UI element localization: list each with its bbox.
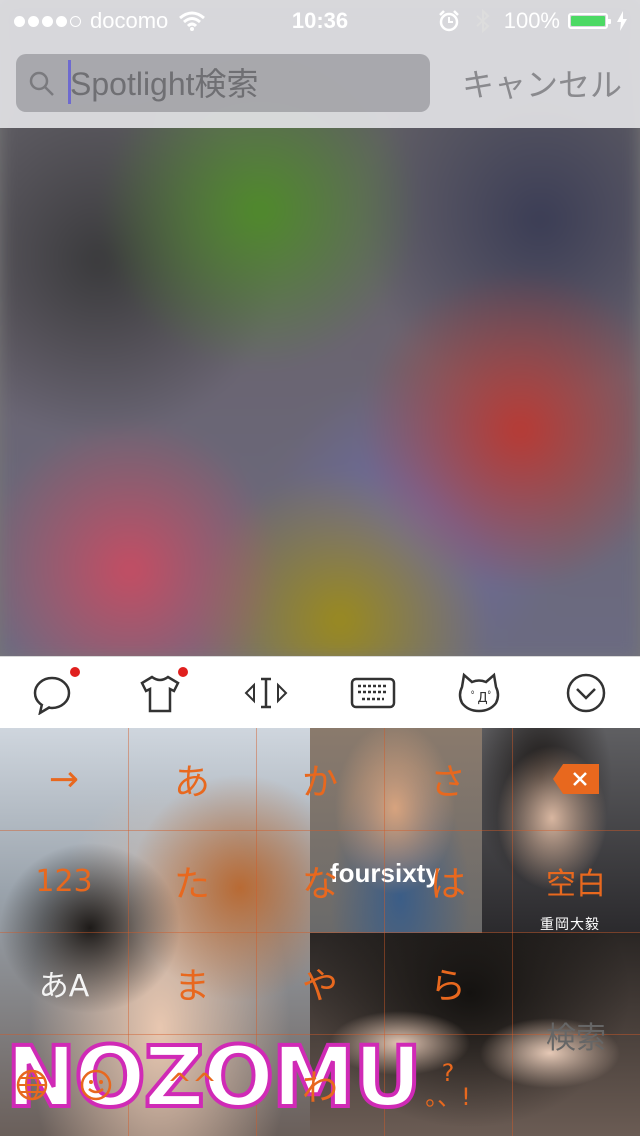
search-input[interactable] [68, 64, 422, 104]
key-na-row[interactable]: な [256, 830, 384, 932]
space-key[interactable]: 空白 [512, 830, 640, 932]
svg-text:ﾟДﾟ: ﾟДﾟ [471, 691, 494, 706]
punctuation-key[interactable]: ? 。、! [384, 1034, 512, 1136]
charging-bolt-icon [617, 11, 627, 31]
notification-dot [178, 667, 188, 677]
key-ta-row[interactable]: た [128, 830, 256, 932]
globe-key[interactable] [0, 1034, 64, 1136]
chevron-down-icon[interactable] [564, 671, 608, 715]
key-ma-row[interactable]: ま [128, 932, 256, 1034]
spotlight-search-field[interactable] [16, 54, 430, 112]
punctuation-top: ? [441, 1059, 455, 1087]
battery-icon [568, 13, 611, 29]
input-mode-key[interactable]: あA [0, 932, 128, 1034]
notification-dot [70, 667, 80, 677]
cancel-button[interactable]: キャンセル [462, 60, 622, 106]
punctuation-bottom: 。、! [425, 1083, 471, 1111]
cursor-move-icon[interactable] [244, 671, 288, 715]
key-wa-row[interactable]: わ [256, 1034, 384, 1136]
keyboard-toolbar: ﾟДﾟ [0, 656, 640, 729]
chat-bubble-icon[interactable] [32, 667, 80, 716]
globe-icon [16, 1069, 48, 1101]
alarm-clock-icon [438, 10, 459, 32]
key-arrow-right[interactable]: → [0, 728, 128, 830]
smiley-icon [80, 1069, 112, 1101]
spotlight-header: docomo 10:36 100% Spotlight検索 キャンセル [0, 0, 640, 128]
key-numbers[interactable]: 123 [0, 830, 128, 932]
tshirt-icon[interactable] [138, 667, 188, 715]
backspace-icon [553, 764, 599, 794]
status-right: 100% [438, 8, 628, 34]
cat-face-icon[interactable]: ﾟДﾟ [456, 671, 502, 715]
search-key[interactable]: 検索 [512, 984, 640, 1086]
keyboard-icon[interactable] [350, 671, 396, 715]
key-a-row[interactable]: あ [128, 728, 256, 830]
status-bar: docomo 10:36 100% [0, 0, 640, 40]
key-ya-row[interactable]: や [256, 932, 384, 1034]
battery-percent: 100% [503, 8, 560, 33]
flick-keyboard: foursixty 重岡大毅 NOZOMU → あ か さ 123 た な は … [0, 728, 640, 1136]
key-ka-row[interactable]: か [256, 728, 384, 830]
text-cursor [68, 60, 71, 104]
key-ra-row[interactable]: ら [384, 932, 512, 1034]
bluetooth-icon [476, 9, 490, 33]
search-icon [29, 71, 54, 96]
emoji-key[interactable] [64, 1034, 128, 1136]
key-sa-row[interactable]: さ [384, 728, 512, 830]
key-ha-row[interactable]: は [384, 830, 512, 932]
delete-key[interactable] [512, 728, 640, 830]
kaomoji-key[interactable]: ^^ [128, 1034, 256, 1136]
